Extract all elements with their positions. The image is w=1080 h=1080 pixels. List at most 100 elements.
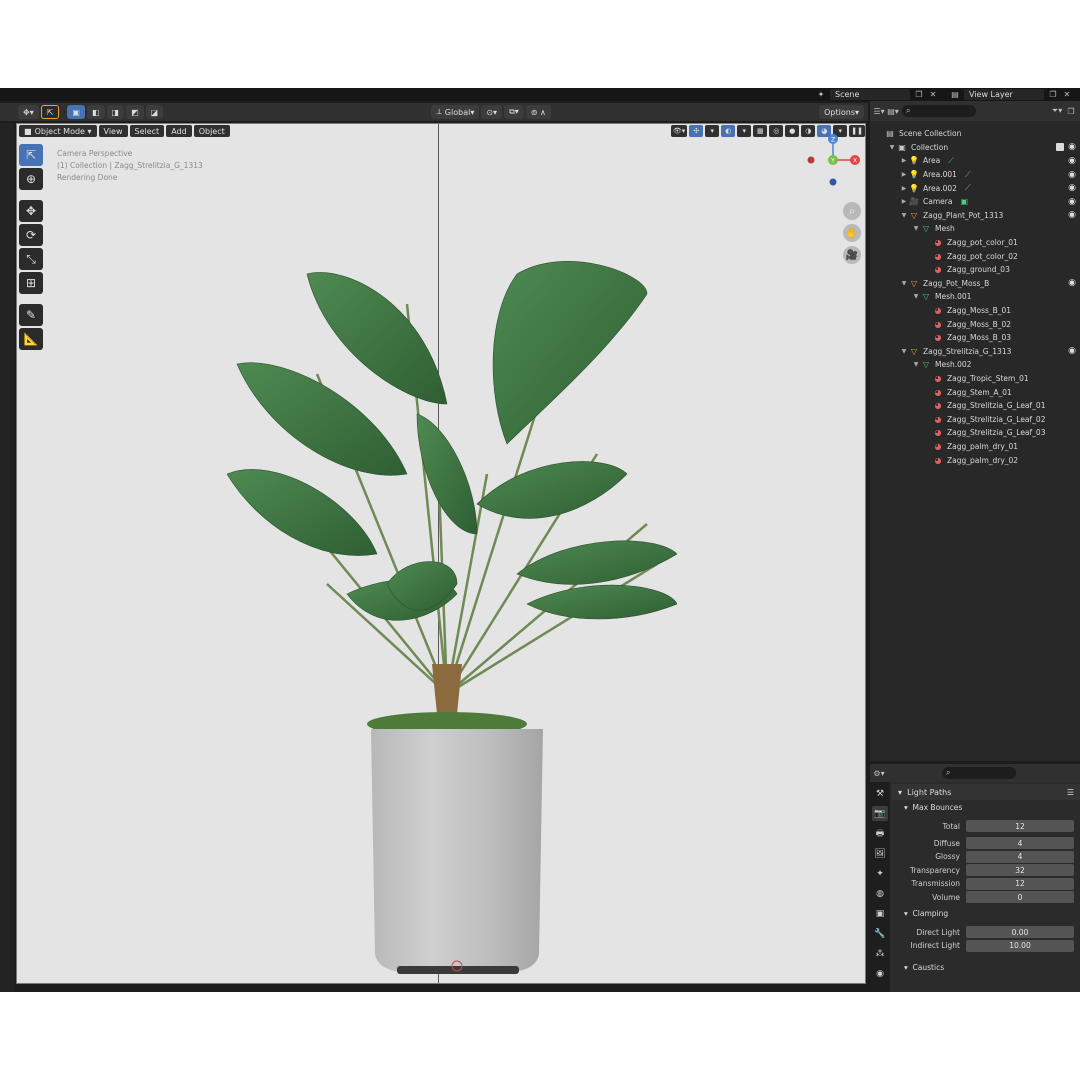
wireframe-shading-icon[interactable]: ◎ <box>769 125 784 137</box>
close-icon[interactable]: ✕ <box>1062 90 1072 100</box>
gizmo-toggle-icon[interactable]: ✣ <box>689 125 704 137</box>
outliner-row[interactable]: ◕ Zagg_Strelitzia_G_Leaf_03 <box>870 426 1080 440</box>
outliner-row[interactable]: ◕ Zagg_palm_dry_01 <box>870 440 1080 454</box>
glossy-field[interactable]: 4 <box>966 850 1074 863</box>
world-tab-icon[interactable]: ◍ <box>872 886 888 901</box>
outliner-row[interactable]: ▼ ▽ Zagg_Strelitzia_G_1313 ◉ <box>870 345 1080 359</box>
visibility-eye-icon[interactable]: ◉ <box>1068 142 1076 152</box>
collection-checkbox[interactable] <box>1056 143 1064 152</box>
outliner-row[interactable]: ▼ ▽ Zagg_Pot_Moss_B ◉ <box>870 277 1080 291</box>
gizmo-dropdown-icon[interactable]: ▾ <box>705 125 720 137</box>
visibility-eye-icon[interactable]: ◉ <box>1068 210 1076 220</box>
select-mode-extend-icon[interactable]: ◧ <box>86 105 105 119</box>
scene-selector[interactable]: ✦ Scene ❐ ✕ <box>816 89 944 100</box>
modifier-tab-icon[interactable]: 🔧 <box>872 926 888 941</box>
menu-object[interactable]: Object <box>193 125 230 137</box>
pan-hand-icon[interactable]: ✋ <box>843 224 861 242</box>
expand-right-icon[interactable]: ▶ <box>900 157 908 164</box>
close-icon[interactable]: ✕ <box>928 90 938 100</box>
snap-toggle[interactable]: ⧉▾ <box>504 105 524 119</box>
orientation-dropdown[interactable]: ⟂ Global ▾ <box>431 105 480 119</box>
pivot-dropdown[interactable]: ⊙▾ <box>481 105 503 119</box>
select-tool-icon[interactable]: ⇱ <box>40 105 60 119</box>
visibility-icon[interactable]: 👁▾ <box>670 125 688 137</box>
expand-down-icon[interactable]: ▼ <box>912 225 920 232</box>
scene-tab-icon[interactable]: ✦ <box>872 866 888 881</box>
visibility-eye-icon[interactable]: ◉ <box>1068 197 1076 207</box>
measure-tool-icon[interactable]: 📐 <box>19 328 43 350</box>
outliner-row[interactable]: ▶ 💡 Area.001 ⟋ ◉ <box>870 168 1080 182</box>
3d-viewport[interactable]: ■ Object Mode ▾ View Select Add Object 👁▾… <box>16 123 866 984</box>
options-dropdown[interactable]: Options ▾ <box>819 105 865 119</box>
expand-down-icon[interactable]: ▼ <box>900 348 908 355</box>
menu-add[interactable]: Add <box>166 125 192 137</box>
display-mode-icon[interactable]: ▤▾ <box>887 106 899 116</box>
editor-type-icon[interactable]: ☰▾ <box>873 106 884 116</box>
outliner-row[interactable]: ▼ ▣ Collection ◉ <box>870 141 1080 155</box>
caustics-subpanel[interactable]: ▾ Caustics <box>892 960 1080 974</box>
outliner-row[interactable]: ◕ Zagg_Stem_A_01 <box>870 385 1080 399</box>
cursor-tool-icon[interactable]: ⊕ <box>19 168 43 190</box>
expand-down-icon[interactable]: ▼ <box>900 280 908 287</box>
outliner-row[interactable]: ▤ Scene Collection <box>870 127 1080 141</box>
indirect-light-field[interactable]: 10.00 <box>966 939 1074 952</box>
expand-down-icon[interactable]: ▼ <box>912 361 920 368</box>
mode-dropdown[interactable]: ■ Object Mode ▾ <box>19 125 97 137</box>
visibility-eye-icon[interactable]: ◉ <box>1068 346 1076 356</box>
clamping-subpanel[interactable]: ▾ Clamping <box>892 906 1080 920</box>
outliner-row[interactable]: ◕ Zagg_pot_color_01 <box>870 236 1080 250</box>
expand-right-icon[interactable]: ▶ <box>900 185 908 192</box>
list-icon[interactable]: ☰ <box>1067 788 1074 797</box>
outliner-search-input[interactable]: ⌕ <box>902 105 976 117</box>
visibility-eye-icon[interactable]: ◉ <box>1068 170 1076 180</box>
volume-field[interactable]: 0 <box>966 891 1074 903</box>
editor-type-icon[interactable]: ⚙▾ <box>873 768 884 778</box>
transparency-field[interactable]: 32 <box>966 864 1074 876</box>
total-field[interactable]: 12 <box>966 820 1074 832</box>
expand-down-icon[interactable]: ▼ <box>888 144 896 151</box>
select-box-tool-icon[interactable]: ⇱ <box>19 144 43 166</box>
filter-icon[interactable]: ⏷▾ <box>1052 106 1062 116</box>
properties-search-input[interactable]: ⌕ <box>942 767 1016 779</box>
visibility-eye-icon[interactable]: ◉ <box>1068 278 1076 288</box>
proportional-edit-toggle[interactable]: ⊚ ∧ <box>525 105 551 119</box>
view-layer-tab-icon[interactable]: 🖼 <box>872 846 888 861</box>
overlays-dropdown-icon[interactable]: ▾ <box>737 125 752 137</box>
outliner-row[interactable]: ◕ Zagg_Strelitzia_G_Leaf_02 <box>870 413 1080 427</box>
new-scene-icon[interactable]: ❐ <box>914 90 924 100</box>
output-tab-icon[interactable]: 🖶 <box>872 826 888 841</box>
view-layer-selector[interactable]: ▤ View Layer ❐ ✕ <box>950 89 1078 100</box>
transform-tool-icon[interactable]: ⊞ <box>19 272 43 294</box>
select-mode-invert-icon[interactable]: ◩ <box>126 105 144 119</box>
outliner-row[interactable]: ▼ ▽ Mesh.001 <box>870 290 1080 304</box>
outliner-row[interactable]: ◕ Zagg_Moss_B_01 <box>870 304 1080 318</box>
zoom-icon[interactable]: ⌕ <box>843 202 861 220</box>
select-mode-new-icon[interactable]: ▣ <box>67 105 85 119</box>
outliner-row[interactable]: ◕ Zagg_palm_dry_02 <box>870 453 1080 467</box>
transmission-field[interactable]: 12 <box>966 877 1074 890</box>
outliner-row[interactable]: ▶ 💡 Area ⟋ ◉ <box>870 154 1080 168</box>
camera-view-icon[interactable]: 🎥 <box>843 246 861 264</box>
render-tab-icon[interactable]: 📷 <box>872 806 888 821</box>
outliner-row[interactable]: ◕ Zagg_pot_color_02 <box>870 249 1080 263</box>
select-mode-subtract-icon[interactable]: ◨ <box>106 105 125 119</box>
expand-right-icon[interactable]: ▶ <box>900 171 908 178</box>
menu-select[interactable]: Select <box>129 125 165 137</box>
new-view-layer-icon[interactable]: ❐ <box>1048 90 1058 100</box>
outliner-row[interactable]: ◕ Zagg_ground_03 <box>870 263 1080 277</box>
rotate-tool-icon[interactable]: ⟳ <box>19 224 43 246</box>
new-collection-icon[interactable]: ❐ <box>1066 106 1076 116</box>
visibility-eye-icon[interactable]: ◉ <box>1068 156 1076 166</box>
outliner-row[interactable]: ◕ Zagg_Tropic_Stem_01 <box>870 372 1080 386</box>
diffuse-field[interactable]: 4 <box>966 837 1074 849</box>
overlays-toggle-icon[interactable]: ◐ <box>721 125 736 137</box>
outliner-row[interactable]: ▼ ▽ Mesh <box>870 222 1080 236</box>
menu-view[interactable]: View <box>98 125 128 137</box>
expand-right-icon[interactable]: ▶ <box>900 198 908 205</box>
object-tab-icon[interactable]: ▣ <box>872 906 888 921</box>
max-bounces-subpanel[interactable]: ▾ Max Bounces <box>892 800 1080 814</box>
scale-tool-icon[interactable]: ⤡ <box>19 248 43 270</box>
xray-toggle-icon[interactable]: ▦ <box>753 125 768 137</box>
expand-down-icon[interactable]: ▼ <box>912 293 920 300</box>
outliner-row[interactable]: ▶ 🎥 Camera ▣ ◉ <box>870 195 1080 209</box>
